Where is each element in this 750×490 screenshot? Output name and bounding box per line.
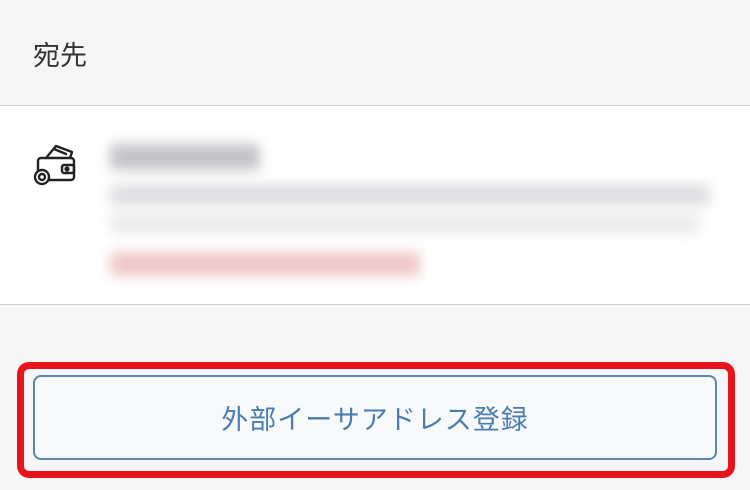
address-list-item[interactable]	[0, 106, 750, 305]
register-external-address-button[interactable]: 外部イーサアドレス登録	[33, 375, 717, 460]
wallet-icon	[32, 140, 78, 186]
address-details-redacted	[100, 126, 725, 281]
address-name-redacted	[110, 144, 260, 170]
section-header: 宛先	[0, 0, 750, 106]
address-line-redacted	[110, 184, 710, 206]
address-line-redacted	[110, 212, 700, 234]
address-note-redacted	[110, 252, 420, 276]
section-title: 宛先	[33, 41, 87, 72]
register-button-label: 外部イーサアドレス登録	[221, 405, 529, 436]
